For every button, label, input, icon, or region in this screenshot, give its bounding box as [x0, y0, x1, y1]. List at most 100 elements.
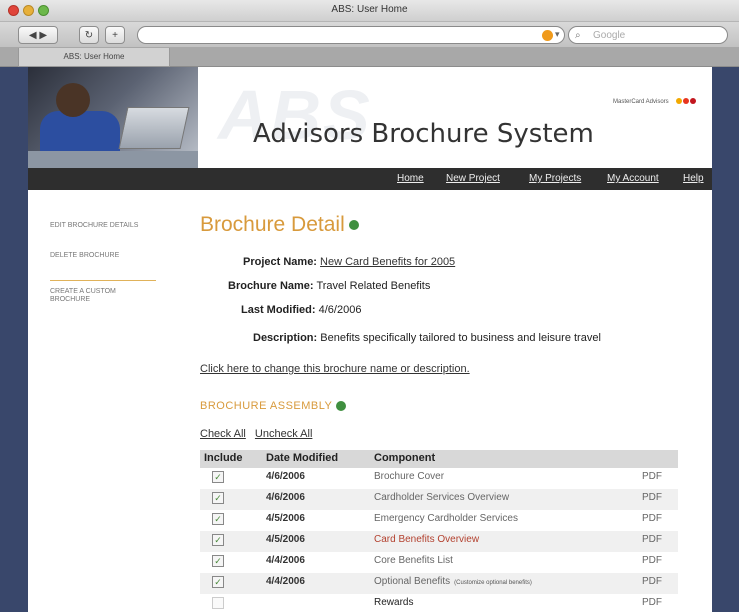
pdf-link[interactable]: PDF — [642, 597, 662, 608]
last-modified-label: Last Modified: — [241, 304, 316, 316]
date-cell: 4/5/2006 — [266, 513, 305, 524]
pdf-link[interactable]: PDF — [642, 492, 662, 503]
include-checkbox[interactable]: ✓ — [212, 492, 224, 504]
component-cell[interactable]: Rewards — [374, 597, 413, 608]
tab-strip: ABS: User Home — [0, 48, 739, 67]
browser-toolbar: ◀ ▶ ↻ + ▾ ⌕ Google — [0, 22, 739, 48]
brand-name: MasterCard Advisors — [613, 99, 669, 105]
search-icon: ⌕ — [575, 30, 581, 41]
sidebar-item-edit-details[interactable]: EDIT BROCHURE DETAILS — [50, 222, 140, 230]
date-cell: 4/4/2006 — [266, 555, 305, 566]
include-cell: ✓ — [204, 555, 224, 567]
page-title: Brochure Detail — [200, 213, 359, 237]
nav-my-projects[interactable]: My Projects — [529, 173, 581, 184]
include-cell: ✓ — [204, 513, 224, 525]
last-modified-row: Last Modified: 4/6/2006 — [241, 304, 361, 316]
pdf-link[interactable]: PDF — [642, 534, 662, 545]
help-icon[interactable] — [336, 401, 347, 412]
nav-new-project[interactable]: New Project — [446, 173, 500, 184]
component-cell[interactable]: Optional Benefits (Customize optional ben… — [374, 576, 532, 587]
brochure-name-row: Brochure Name: Travel Related Benefits — [228, 280, 430, 292]
description-label: Description: — [253, 332, 318, 344]
component-cell[interactable]: Core Benefits List — [374, 555, 453, 566]
table-row: ✓ 4/6/2006 Cardholder Services Overview PDF — [200, 489, 678, 510]
tab-abs-user-home[interactable]: ABS: User Home — [18, 48, 170, 67]
component-name[interactable]: Emergency Cardholder Services — [374, 513, 518, 524]
include-checkbox[interactable] — [212, 597, 224, 609]
hero-photo — [28, 67, 198, 168]
include-checkbox[interactable]: ✓ — [212, 576, 224, 588]
component-cell[interactable]: Emergency Cardholder Services — [374, 513, 518, 524]
date-cell: 4/5/2006 — [266, 534, 305, 545]
rss-icon[interactable] — [542, 30, 553, 41]
component-name[interactable]: Card Benefits Overview — [374, 534, 479, 545]
component-name[interactable]: Rewards — [374, 597, 413, 608]
component-name[interactable]: Cardholder Services Overview — [374, 492, 509, 503]
add-bookmark-button[interactable]: + — [105, 26, 125, 44]
include-checkbox[interactable]: ✓ — [212, 471, 224, 483]
last-modified-value: 4/6/2006 — [318, 304, 362, 316]
main-nav: Home New Project My Projects My Account … — [28, 168, 712, 190]
nav-help[interactable]: Help — [683, 173, 704, 184]
component-cell[interactable]: Cardholder Services Overview — [374, 492, 509, 503]
description-value: Benefits specifically tailored to busine… — [320, 332, 601, 344]
project-name-label: Project Name: — [243, 256, 317, 268]
search-placeholder: Google — [593, 30, 626, 41]
date-cell: 4/6/2006 — [266, 471, 305, 482]
date-cell: 4/4/2006 — [266, 576, 305, 587]
include-checkbox[interactable]: ✓ — [212, 534, 224, 546]
table-row: ✓ 4/6/2006 Brochure Cover PDF — [200, 468, 678, 489]
page-frame-right — [712, 67, 739, 612]
sidebar-divider — [50, 280, 156, 281]
brochure-name-value: Travel Related Benefits — [316, 280, 431, 292]
description-row: Description: Benefits specifically tailo… — [253, 332, 601, 344]
app-title: Advisors Brochure System — [253, 119, 594, 149]
reload-button[interactable]: ↻ — [79, 26, 99, 44]
uncheck-all-link[interactable]: Uncheck All — [255, 428, 312, 440]
project-name-link[interactable]: New Card Benefits for 2005 — [320, 256, 455, 268]
project-name-row: Project Name: New Card Benefits for 2005 — [243, 256, 455, 268]
nav-home[interactable]: Home — [397, 173, 424, 184]
help-icon[interactable] — [348, 220, 359, 231]
address-bar[interactable] — [137, 26, 565, 44]
include-cell — [204, 597, 224, 609]
pdf-link[interactable]: PDF — [642, 555, 662, 566]
nav-my-account[interactable]: My Account — [607, 173, 659, 184]
pdf-link[interactable]: PDF — [642, 471, 662, 482]
include-cell: ✓ — [204, 576, 224, 588]
back-forward-buttons[interactable]: ◀ ▶ — [18, 26, 58, 44]
section-title-text: BROCHURE ASSEMBLY — [200, 400, 333, 412]
date-cell: 4/6/2006 — [266, 492, 305, 503]
change-name-link[interactable]: Click here to change this brochure name … — [200, 363, 470, 375]
hero-laptop — [118, 107, 190, 149]
table-header: Include Date Modified Component — [200, 450, 678, 468]
include-cell: ✓ — [204, 534, 224, 546]
component-name[interactable]: Brochure Cover — [374, 471, 444, 482]
component-name[interactable]: Core Benefits List — [374, 555, 453, 566]
main-content: EDIT BROCHURE DETAILS DELETE BROCHURE CR… — [28, 190, 712, 612]
component-name[interactable]: Optional Benefits — [374, 576, 450, 587]
hero-desk — [28, 151, 198, 168]
search-field[interactable]: ⌕ Google — [568, 26, 728, 44]
sidebar-item-create-custom[interactable]: CREATE A CUSTOM BROCHURE — [50, 288, 140, 304]
page-title-text: Brochure Detail — [200, 213, 345, 236]
component-note[interactable]: (Customize optional benefits) — [454, 580, 532, 586]
pdf-link[interactable]: PDF — [642, 513, 662, 524]
table-row: ✓ 4/5/2006 Emergency Cardholder Services PD… — [200, 510, 678, 531]
component-cell[interactable]: Card Benefits Overview — [374, 534, 479, 545]
check-links: Check All Uncheck All — [200, 428, 318, 440]
dropdown-arrow-icon[interactable]: ▾ — [555, 29, 560, 40]
check-all-link[interactable]: Check All — [200, 428, 246, 440]
assembly-table: Include Date Modified Component ✓ 4/6/200… — [200, 450, 678, 612]
include-checkbox[interactable]: ✓ — [212, 555, 224, 567]
section-title: BROCHURE ASSEMBLY — [200, 400, 347, 412]
pdf-link[interactable]: PDF — [642, 576, 662, 587]
table-row: ✓ 4/4/2006 Core Benefits List PDF — [200, 552, 678, 573]
sidebar-item-delete[interactable]: DELETE BROCHURE — [50, 252, 140, 260]
window-title: ABS: User Home — [331, 4, 408, 15]
hero-person-head — [56, 83, 90, 117]
include-cell: ✓ — [204, 492, 224, 504]
component-cell[interactable]: Brochure Cover — [374, 471, 444, 482]
include-checkbox[interactable]: ✓ — [212, 513, 224, 525]
table-row: ✓ 4/4/2006 Optional Benefits (Customize opt… — [200, 573, 678, 594]
